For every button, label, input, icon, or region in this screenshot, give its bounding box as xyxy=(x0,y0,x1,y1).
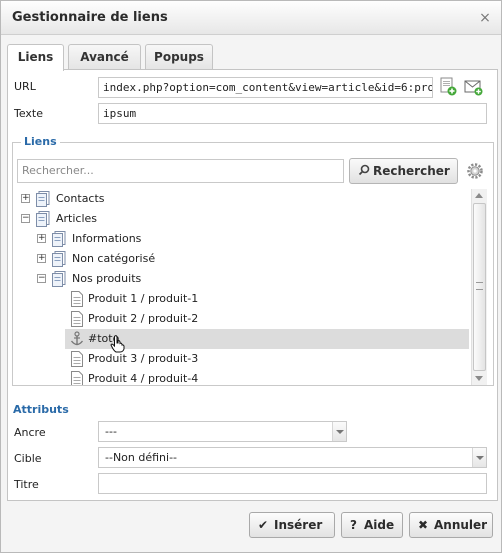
tree-node-label: Informations xyxy=(72,232,142,245)
tab-avance[interactable]: Avancé xyxy=(68,44,141,70)
title-bar: Gestionnaire de liens × xyxy=(1,1,501,35)
scroll-up-icon[interactable] xyxy=(475,193,483,198)
tab-liens[interactable]: Liens xyxy=(7,44,64,71)
title-input[interactable] xyxy=(98,473,487,494)
tree-node-label: Produit 1 / produit-1 xyxy=(88,292,199,305)
tree-node-produit-2[interactable]: Produit 2 / produit-2 xyxy=(14,309,469,329)
cancel-button-label: Annuler xyxy=(434,518,488,532)
target-label: Cible xyxy=(14,452,42,465)
url-input[interactable]: index.php?option=com_content&view=articl… xyxy=(98,77,433,98)
tree-node-label: Produit 2 / produit-2 xyxy=(88,312,199,325)
browse-file-icon[interactable] xyxy=(438,77,458,97)
link-manager-dialog: Gestionnaire de liens × Liens Avancé Pop… xyxy=(0,0,502,553)
anchor-label: Ancre xyxy=(14,426,46,439)
search-icon xyxy=(358,159,370,191)
scroll-thumb[interactable] xyxy=(473,203,486,371)
search-button-label: Rechercher xyxy=(373,164,450,178)
attributes-title: Attributs xyxy=(13,403,69,416)
links-legend: Liens xyxy=(21,135,60,148)
tab-popups[interactable]: Popups xyxy=(145,44,213,70)
tree-node-label: Produit 4 / produit-4 xyxy=(88,372,199,385)
tree-node-produit-1[interactable]: Produit 1 / produit-1 xyxy=(14,289,469,309)
gear-icon[interactable] xyxy=(466,162,484,180)
link-tree: + Contacts − Articles + Informations + N… xyxy=(14,189,469,385)
close-icon[interactable]: × xyxy=(477,10,493,26)
help-button-label: Aide xyxy=(364,518,395,532)
collapse-icon[interactable]: − xyxy=(37,274,46,283)
folder-document-icon xyxy=(36,211,50,227)
help-button[interactable]: ? Aide xyxy=(341,512,403,538)
expand-icon[interactable]: + xyxy=(37,234,46,243)
document-icon xyxy=(70,291,84,307)
anchor-select[interactable]: --- xyxy=(98,421,347,442)
expand-icon[interactable]: + xyxy=(37,254,46,263)
target-select[interactable]: --Non défini-- xyxy=(98,447,487,468)
check-icon: ✔ xyxy=(258,518,269,532)
tree-scrollbar[interactable] xyxy=(471,189,487,385)
scroll-down-icon[interactable] xyxy=(475,376,483,381)
tab-panel-liens: URL index.php?option=com_content&view=ar… xyxy=(7,69,498,501)
anchor-icon xyxy=(70,331,84,347)
tree-node-articles[interactable]: − Articles xyxy=(14,209,469,229)
folder-document-icon xyxy=(52,251,66,267)
chevron-down-icon xyxy=(472,448,486,467)
dialog-title: Gestionnaire de liens xyxy=(12,10,168,25)
folder-document-icon xyxy=(36,191,50,207)
search-button[interactable]: Rechercher xyxy=(349,158,458,184)
links-fieldset: Liens Rechercher... Rechercher + Contact… xyxy=(12,135,494,386)
tree-node-label: Articles xyxy=(56,212,98,225)
tree-node-label: Contacts xyxy=(56,192,105,205)
title-label: Titre xyxy=(14,478,39,491)
text-input[interactable]: ipsum xyxy=(98,103,487,124)
expand-icon[interactable]: + xyxy=(21,194,30,203)
insert-button-label: Insérer xyxy=(274,518,323,532)
folder-document-icon xyxy=(52,271,66,287)
collapse-icon[interactable]: − xyxy=(21,214,30,223)
chevron-down-icon xyxy=(332,422,346,441)
folder-document-icon xyxy=(52,231,66,247)
url-label: URL xyxy=(14,80,36,93)
search-input[interactable]: Rechercher... xyxy=(17,159,344,183)
tree-node-nos-produits[interactable]: − Nos produits xyxy=(14,269,469,289)
document-icon xyxy=(70,371,84,385)
document-icon xyxy=(70,351,84,367)
email-icon[interactable] xyxy=(463,77,483,97)
anchor-select-value: --- xyxy=(105,425,117,438)
document-icon xyxy=(70,311,84,327)
grip-icon xyxy=(476,282,483,290)
tree-node-produit-4[interactable]: Produit 4 / produit-4 xyxy=(14,369,469,385)
tree-node-label: Produit 3 / produit-3 xyxy=(88,352,199,365)
text-label: Texte xyxy=(14,107,44,120)
tree-node-label: Non catégorisé xyxy=(72,252,156,265)
insert-button[interactable]: ✔ Insérer xyxy=(249,512,335,538)
close-icon: ✖ xyxy=(418,518,429,532)
tree-node-produit-3[interactable]: Produit 3 / produit-3 xyxy=(14,349,469,369)
tree-node-non-categorise[interactable]: + Non catégorisé xyxy=(14,249,469,269)
help-icon: ? xyxy=(350,518,357,532)
tree-node-label: Nos produits xyxy=(72,272,142,285)
cancel-button[interactable]: ✖ Annuler xyxy=(409,512,493,538)
tree-node-anchor-toto[interactable]: #toto xyxy=(65,329,469,353)
tree-node-contacts[interactable]: + Contacts xyxy=(14,189,469,209)
tree-node-informations[interactable]: + Informations xyxy=(14,229,469,249)
target-select-value: --Non défini-- xyxy=(105,451,178,464)
